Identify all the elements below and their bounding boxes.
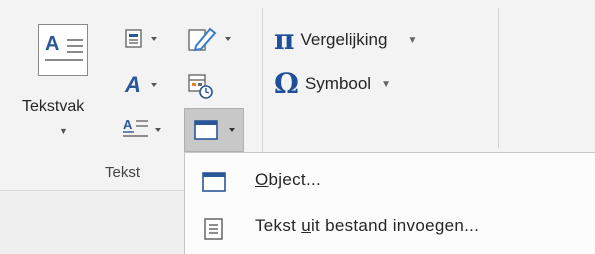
text-file-icon (201, 217, 227, 246)
object-window-icon (194, 120, 235, 140)
drop-cap-icon: A (123, 117, 161, 137)
symbol-label: Symbool (304, 74, 372, 93)
menu-item-label: Object... (255, 170, 322, 189)
wordart-button[interactable]: A (124, 72, 166, 101)
equation-button[interactable]: π Vergelijking ▼ (274, 26, 417, 54)
menu-item-label: Tekst uit bestand invoegen... (255, 216, 480, 235)
textbox-button[interactable]: A Tekstvak ▼ (20, 18, 112, 148)
textbox-icon: A (38, 24, 88, 76)
wordart-icon: A (124, 72, 157, 97)
text-group-label: Tekst (105, 164, 141, 181)
chevron-down-icon: ▼ (381, 78, 391, 90)
object-dropdown-menu: Object... Tekst uit bestand invoegen... (184, 152, 595, 254)
drop-cap-button[interactable]: A (122, 116, 170, 147)
menu-item-object[interactable]: Object... (185, 159, 595, 205)
date-time-button[interactable] (186, 72, 216, 105)
textbox-label: Tekstvak (22, 98, 85, 115)
chevron-down-icon: ▼ (407, 34, 418, 46)
signature-pen-icon (188, 27, 231, 52)
symbol-button[interactable]: Ω Symbool ▼ (274, 70, 391, 98)
equation-label: Vergelijking (300, 30, 388, 49)
quick-parts-button[interactable] (124, 28, 166, 55)
object-button[interactable] (184, 108, 244, 152)
chevron-down-icon: ▼ (59, 126, 68, 136)
pi-icon: π (274, 23, 295, 56)
svg-text:A: A (123, 117, 133, 132)
quick-parts-icon (125, 29, 157, 48)
object-window-icon (201, 171, 227, 198)
group-divider (498, 8, 499, 148)
menu-item-insert-text-from-file[interactable]: Tekst uit bestand invoegen... (185, 205, 595, 251)
omega-icon: Ω (274, 67, 299, 100)
svg-text:A: A (124, 72, 141, 96)
calendar-clock-icon (188, 74, 213, 99)
signature-line-button[interactable] (186, 26, 242, 57)
